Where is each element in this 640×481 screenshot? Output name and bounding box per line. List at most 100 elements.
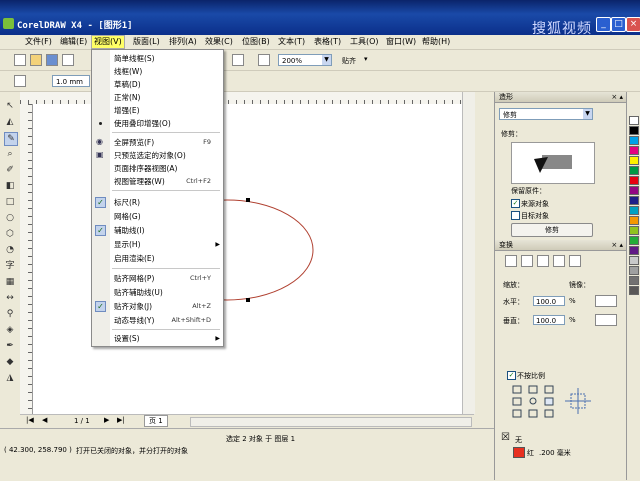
menu-item-normal[interactable]: 正常(N) (92, 91, 223, 104)
palette-swatch[interactable] (629, 226, 639, 235)
import-button[interactable] (258, 54, 270, 66)
source-object-checkbox[interactable]: ✓ (511, 199, 520, 208)
menu-item-overprint-enhanced[interactable]: 使用叠印增强(O) (92, 117, 223, 130)
zoom-tool-icon[interactable]: ⌕ (4, 148, 16, 160)
pick-tool-icon[interactable]: ↖ (4, 100, 16, 112)
menu-help[interactable]: 帮助(H) (420, 36, 452, 48)
palette-swatch[interactable] (629, 176, 639, 185)
menu-item-setup[interactable]: 设置(S) ▶ (92, 332, 223, 345)
horizontal-scale-input[interactable]: 100.0 (533, 296, 565, 306)
palette-swatch[interactable] (629, 146, 639, 155)
new-document-button[interactable] (14, 54, 26, 66)
menu-layout[interactable]: 版面(L) (131, 36, 162, 48)
palette-swatch[interactable] (629, 276, 639, 285)
menu-arrange[interactable]: 排列(A) (167, 36, 199, 48)
interactive-fill-tool-icon[interactable]: ◮ (4, 372, 16, 384)
position-icon[interactable] (505, 255, 517, 267)
menu-edit[interactable]: 编辑(E) (58, 36, 89, 48)
horizontal-scrollbar[interactable] (190, 417, 472, 427)
menu-item-preview-selected-only[interactable]: ▣ 只预览选定的对象(O) (92, 149, 223, 162)
menu-window[interactable]: 窗口(W) (384, 36, 418, 48)
menu-item-show[interactable]: 显示(H) ▶ (92, 238, 223, 251)
palette-swatch[interactable] (629, 286, 639, 295)
smart-fill-tool-icon[interactable]: ◧ (4, 180, 16, 192)
menu-item-dynamic-guides[interactable]: 动态导线(Y) Alt+Shift+D (92, 314, 223, 327)
close-icon[interactable]: × ▴ (611, 92, 623, 103)
vertical-scrollbar[interactable] (462, 92, 475, 414)
menu-view[interactable]: 视图(V) (91, 35, 125, 49)
interactive-blend-tool-icon[interactable]: ◈ (4, 324, 16, 336)
palette-swatch[interactable] (629, 206, 639, 215)
close-button[interactable]: × (626, 17, 640, 32)
polygon-tool-icon[interactable]: ⬡ (4, 228, 16, 240)
vertical-ruler[interactable] (20, 104, 33, 414)
palette-swatch[interactable] (629, 166, 639, 175)
shape-tool-icon[interactable]: ◭ (4, 116, 16, 128)
freehand-tool-icon[interactable]: ✐ (4, 164, 16, 176)
export-button[interactable] (232, 54, 244, 66)
eyedropper-tool-icon[interactable]: ⚲ (4, 308, 16, 320)
non-proportional-checkbox[interactable]: ✓ (507, 371, 516, 380)
table-tool-icon[interactable]: ▦ (4, 276, 16, 288)
menu-item-view-manager[interactable]: 视图管理器(W) Ctrl+F2 (92, 175, 223, 188)
close-icon[interactable]: × ▴ (611, 240, 623, 251)
parallel-dimension-tool-icon[interactable]: ↔ (4, 292, 16, 304)
skew-icon[interactable] (569, 255, 581, 267)
save-button[interactable] (46, 54, 58, 66)
snap-dropdown-arrow-icon[interactable]: ▾ (364, 55, 368, 63)
selection-handle[interactable] (246, 198, 250, 202)
menu-text[interactable]: 文本(T) (276, 36, 307, 48)
palette-swatch[interactable] (629, 256, 639, 265)
snap-to-label[interactable]: 贴齐 (342, 56, 356, 66)
menu-item-snap-to-objects[interactable]: ✓ 贴齐对象(J) Alt+Z (92, 300, 223, 313)
selection-handle[interactable] (246, 298, 250, 302)
scale-icon[interactable] (537, 255, 549, 267)
text-tool-icon[interactable]: 字 (4, 260, 16, 272)
menu-item-enhanced[interactable]: 增强(E) (92, 104, 223, 117)
next-page-icon[interactable]: ▶ (104, 416, 109, 424)
anchor-grid[interactable] (511, 384, 555, 420)
maximize-button[interactable]: □ (611, 17, 626, 32)
menu-item-rulers[interactable]: ✓ 标尺(R) (92, 196, 223, 209)
palette-swatch[interactable] (629, 196, 639, 205)
palette-swatch[interactable] (629, 266, 639, 275)
palette-swatch[interactable] (629, 216, 639, 225)
menu-effects[interactable]: 效果(C) (203, 36, 235, 48)
menu-item-page-sorter-view[interactable]: 页面排序器视图(A) (92, 162, 223, 175)
menu-item-guidelines[interactable]: ✓ 辅助线(I) (92, 224, 223, 237)
menu-item-full-screen-preview[interactable]: ◉ 全屏预览(F) F9 (92, 136, 223, 149)
palette-swatch[interactable] (629, 246, 639, 255)
nudge-distance-input[interactable]: 1.0 mm (52, 75, 90, 87)
basic-shapes-tool-icon[interactable]: ◔ (4, 244, 16, 256)
menu-table[interactable]: 表格(T) (312, 36, 343, 48)
open-button[interactable] (30, 54, 42, 66)
page-tab[interactable]: 页 1 (144, 415, 168, 427)
mirror-vertical-button[interactable] (595, 314, 617, 326)
menu-item-draft[interactable]: 草稿(D) (92, 78, 223, 91)
size-icon[interactable] (553, 255, 565, 267)
menu-item-wireframe[interactable]: 线框(W) (92, 65, 223, 78)
menu-bitmaps[interactable]: 位图(B) (240, 36, 272, 48)
menu-item-snap-to-guidelines[interactable]: 贴齐辅助线(U) (92, 286, 223, 299)
last-page-icon[interactable]: ▶| (117, 416, 125, 424)
menu-item-snap-to-grid[interactable]: 贴齐网格(P) Ctrl+Y (92, 272, 223, 285)
shaping-mode-combo[interactable]: 修剪 ▼ (499, 108, 593, 120)
print-button[interactable] (62, 54, 74, 66)
palette-swatch[interactable] (629, 186, 639, 195)
menu-item-enable-rendering[interactable]: 启用渲染(E) (92, 252, 223, 265)
prev-page-icon[interactable]: ◀ (42, 416, 47, 424)
vertical-scale-input[interactable]: 100.0 (533, 315, 565, 325)
ellipse-tool-icon[interactable]: ○ (4, 212, 16, 224)
rectangle-tool-icon[interactable]: □ (4, 196, 16, 208)
palette-swatch[interactable] (629, 126, 639, 135)
outline-tool-icon[interactable]: ✒ (4, 340, 16, 352)
target-object-checkbox[interactable] (511, 211, 520, 220)
menu-file[interactable]: 文件(F) (23, 36, 54, 48)
menu-item-simple-wireframe[interactable]: 简单线框(S) (92, 52, 223, 65)
trim-apply-button[interactable]: 修剪 (511, 223, 593, 237)
menu-item-grid[interactable]: 网格(G) (92, 210, 223, 223)
fill-tool-icon[interactable]: ◆ (4, 356, 16, 368)
minimize-button[interactable]: _ (596, 17, 611, 32)
rotate-icon[interactable] (521, 255, 533, 267)
first-page-icon[interactable]: |◀ (26, 416, 34, 424)
